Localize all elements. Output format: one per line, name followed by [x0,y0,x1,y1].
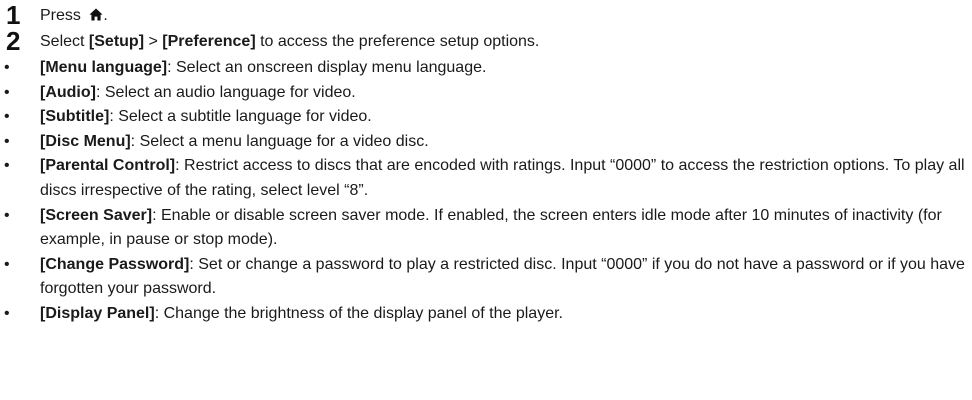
step-text: Select [Setup] > [Preference] to access … [40,29,539,55]
bullet-dot: • [4,304,10,322]
step-2: 2 Select [Setup] > [Preference] to acces… [0,26,972,56]
option-description: : Select a menu language for a video dis… [130,132,429,150]
preference-menu-label: [Preference] [162,33,256,50]
bullet-dot: • [4,132,10,150]
option-description: : Select an onscreen display menu langua… [167,59,487,76]
step-number: 2 [6,26,21,56]
option-term: [Audio] [40,83,96,101]
preference-options-list: • [Menu language]: Select an onscreen dis… [0,56,972,327]
option-display-panel: • [Display Panel]: Change the brightness … [0,302,972,327]
option-disc-menu: • [Disc Menu]: Select a menu language for… [0,130,972,155]
option-description: : Select an audio language for video. [95,83,356,101]
option-term: [Display Panel] [40,304,155,322]
bullet-dot: • [4,157,10,175]
home-icon [89,8,103,21]
option-term: [Menu language] [40,59,168,76]
option-subtitle: • [Subtitle]: Select a subtitle language … [0,105,972,130]
step-text-prefix: Select [40,33,89,50]
option-description: : Enable or disable screen saver mode. I… [40,206,942,249]
bullet-dot: • [4,108,10,126]
step-text-after: . [103,7,108,24]
step-text-separator: > [144,33,163,50]
setup-menu-label: [Setup] [88,33,145,50]
option-description: : Change the brightness of the display p… [154,304,563,322]
option-term: [Subtitle] [40,108,110,126]
option-description: : Select a subtitle language for video. [109,108,372,126]
option-audio: • [Audio]: Select an audio language for v… [0,81,972,106]
step-text: Press . [40,3,108,29]
manual-page: 1 Press . 2 Select [Setup] > [Preference… [0,0,972,400]
bullet-dot: • [4,83,10,101]
step-1: 1 Press . [0,0,972,30]
option-term: [Change Password] [40,255,190,273]
option-description: : Restrict access to discs that are enco… [40,157,965,199]
option-parental-control: • [Parental Control]: Restrict access to … [0,154,972,203]
option-term: [Parental Control] [40,157,176,175]
option-screen-saver: • [Screen Saver]: Enable or disable scree… [0,204,972,253]
bullet-dot: • [4,206,10,224]
option-menu-language: • [Menu language]: Select an onscreen dis… [0,56,972,81]
step-number: 1 [6,0,21,30]
option-term: [Disc Menu] [40,132,131,150]
bullet-dot: • [4,255,10,273]
bullet-dot: • [4,59,10,76]
step-text-suffix: to access the preference setup options. [255,33,540,50]
option-change-password: • [Change Password]: Set or change a pass… [0,253,972,302]
step-text-before: Press [40,7,86,24]
option-term: [Screen Saver] [40,206,153,224]
